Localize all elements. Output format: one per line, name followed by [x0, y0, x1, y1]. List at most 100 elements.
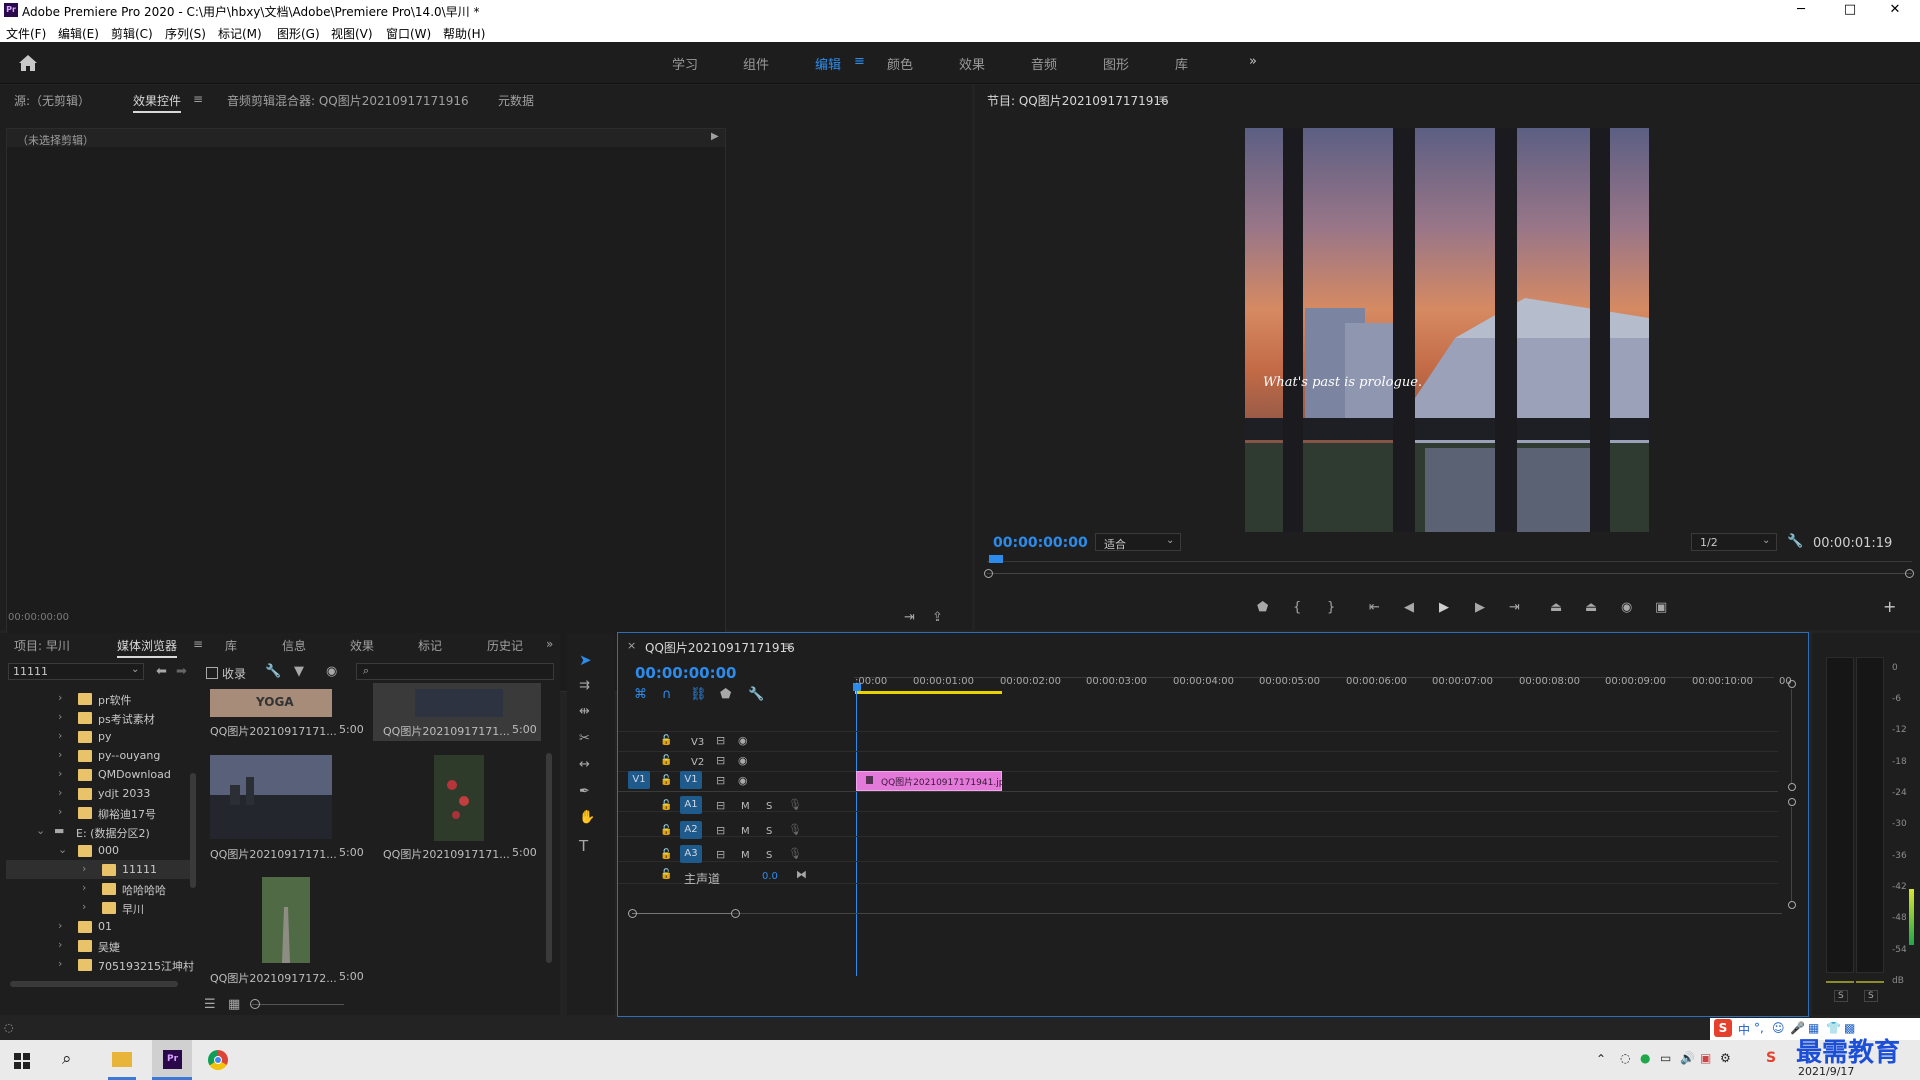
wrench-icon[interactable]: 🔧	[748, 687, 764, 702]
add-button[interactable]: +	[1883, 597, 1896, 616]
comparison-view-icon[interactable]: ▣	[1655, 600, 1667, 615]
workspace-color[interactable]: 颜色	[887, 54, 913, 73]
workspace-more-button[interactable]: »	[1249, 54, 1257, 69]
wrench-icon[interactable]: 🔧	[1787, 534, 1803, 549]
lock-icon[interactable]: 🔓	[660, 735, 672, 746]
tab-project[interactable]: 项目: 早川	[14, 637, 70, 654]
tree-scrollbar[interactable]	[190, 773, 196, 888]
solo-button[interactable]: S	[766, 826, 772, 837]
tab-info[interactable]: 信息	[282, 637, 306, 654]
zoom-handle-right[interactable]	[731, 909, 740, 918]
sync-lock-icon[interactable]: ⊟	[716, 848, 725, 861]
mute-button[interactable]: M	[741, 826, 750, 837]
go-to-in-icon[interactable]: ⇤	[1369, 600, 1380, 615]
snap-icon[interactable]: ∩	[662, 687, 672, 702]
thumbnail-image[interactable]	[434, 755, 484, 841]
sync-lock-icon[interactable]: ⊟	[716, 774, 725, 787]
resolution-dropdown[interactable]: 1/2 ⌄	[1691, 533, 1777, 551]
mute-button[interactable]: M	[741, 850, 750, 861]
lock-icon[interactable]: 🔓	[660, 800, 672, 811]
eye-icon[interactable]: ◉	[738, 754, 748, 767]
tab-libraries[interactable]: 库	[225, 637, 237, 654]
notification-icon[interactable]: ◌	[1620, 1051, 1630, 1065]
work-area-bar[interactable]	[855, 691, 1002, 694]
solo-button[interactable]: S	[766, 801, 772, 812]
track-label-v2[interactable]: V2	[691, 757, 704, 768]
hand-tool-icon[interactable]: ✋	[579, 810, 595, 825]
menu-sequence[interactable]: 序列(S)	[165, 25, 206, 42]
menu-edit[interactable]: 编辑(E)	[58, 25, 99, 42]
tree-item[interactable]: › 705193215江坤村	[6, 955, 196, 974]
export-icon[interactable]: ⇪	[932, 610, 943, 625]
panel-more-button[interactable]: »	[546, 637, 553, 651]
microphone-icon[interactable]: 🎙	[788, 798, 802, 811]
menu-clip[interactable]: 剪辑(C)	[111, 25, 153, 42]
extract-icon[interactable]: ⏏	[1585, 600, 1597, 615]
tree-item[interactable]: › py	[6, 727, 196, 746]
tree-item[interactable]: › 哈哈哈哈	[6, 879, 196, 898]
timeline-timecode[interactable]: 00:00:00:00	[635, 664, 737, 682]
pen-tool-icon[interactable]: ✒	[579, 784, 590, 799]
status-icon[interactable]: ◌	[4, 1021, 14, 1034]
close-window-button[interactable]: ✕	[1880, 2, 1910, 17]
tree-item[interactable]: › 吴婕	[6, 936, 196, 955]
meter-solo-left[interactable]: S	[1834, 990, 1848, 1002]
lift-icon[interactable]: ⏏	[1550, 600, 1562, 615]
eye-icon[interactable]: ◉	[326, 664, 337, 679]
mute-button[interactable]: M	[741, 801, 750, 812]
lock-icon[interactable]: 🔓	[660, 849, 672, 860]
lock-icon[interactable]: 🔓	[660, 869, 672, 880]
sync-lock-icon[interactable]: ⊟	[716, 754, 725, 767]
linked-selection-icon[interactable]: ⛓	[690, 687, 707, 702]
go-to-out-icon[interactable]: ⇥	[1509, 600, 1520, 615]
zoom-handle-left[interactable]	[628, 909, 637, 918]
chrome-icon[interactable]	[208, 1050, 228, 1070]
sync-lock-icon[interactable]: ⊟	[716, 824, 725, 837]
home-icon[interactable]	[18, 54, 38, 72]
menu-file[interactable]: 文件(F)	[6, 25, 46, 42]
search-icon[interactable]: ⌕	[62, 1049, 72, 1069]
microphone-icon[interactable]: 🎙	[788, 823, 802, 836]
track-label-v3[interactable]: V3	[691, 737, 704, 748]
go-to-edit-icon[interactable]: ⧓	[796, 868, 807, 881]
workspace-libraries[interactable]: 库	[1175, 54, 1188, 73]
eye-icon[interactable]: ◉	[738, 774, 748, 787]
nest-icon[interactable]: ⌘	[634, 687, 647, 702]
tray-app-icon[interactable]: ⚙	[1720, 1051, 1731, 1065]
tab-metadata[interactable]: 元数据	[498, 92, 534, 109]
eye-icon[interactable]: ◉	[738, 734, 748, 747]
sync-lock-icon[interactable]: ⊟	[716, 799, 725, 812]
tree-item[interactable]: › ydjt 2033	[6, 784, 196, 803]
thumbnail-image[interactable]	[415, 689, 503, 717]
premiere-taskbar-button[interactable]: Pr	[152, 1040, 192, 1080]
camera-icon[interactable]: ◉	[1621, 600, 1632, 615]
meter-solo-right[interactable]: S	[1864, 990, 1878, 1002]
tree-item-selected[interactable]: › 11111	[6, 860, 196, 879]
track-target-a3[interactable]: A3	[680, 845, 702, 863]
workspace-editing[interactable]: 编辑	[815, 54, 841, 73]
tree-item[interactable]: ⌄ 000	[6, 841, 196, 860]
selection-tool-icon[interactable]: ➤	[579, 651, 592, 669]
workspace-effects[interactable]: 效果	[959, 54, 985, 73]
menu-marker[interactable]: 标记(M)	[218, 25, 262, 42]
forward-arrow-icon[interactable]: ➡	[176, 664, 187, 679]
tab-markers[interactable]: 标记	[418, 637, 442, 654]
network-icon[interactable]: ▭	[1660, 1051, 1671, 1065]
tree-h-scrollbar[interactable]	[10, 981, 178, 987]
workspace-assembly[interactable]: 组件	[743, 54, 769, 73]
microphone-icon[interactable]: 🎙	[788, 847, 802, 860]
menu-graphics[interactable]: 图形(G)	[277, 25, 320, 42]
tab-history[interactable]: 历史记	[487, 637, 523, 654]
workspace-graphics[interactable]: 图形	[1103, 54, 1129, 73]
icon-view-icon[interactable]: ▦	[228, 997, 240, 1012]
track-target-a2[interactable]: A2	[680, 821, 702, 839]
razor-tool-icon[interactable]: ✂	[579, 731, 590, 746]
add-marker-icon[interactable]: ⬟	[1257, 600, 1268, 615]
lock-icon[interactable]: 🔓	[660, 825, 672, 836]
program-scrubber[interactable]	[984, 555, 1914, 578]
program-video-frame[interactable]	[1245, 128, 1649, 532]
collect-checkbox[interactable]	[206, 667, 218, 679]
step-forward-icon[interactable]: ▶	[1475, 600, 1485, 615]
a-scroll-handle-bottom[interactable]	[1788, 901, 1796, 909]
close-sequence-icon[interactable]: ×	[627, 639, 636, 652]
